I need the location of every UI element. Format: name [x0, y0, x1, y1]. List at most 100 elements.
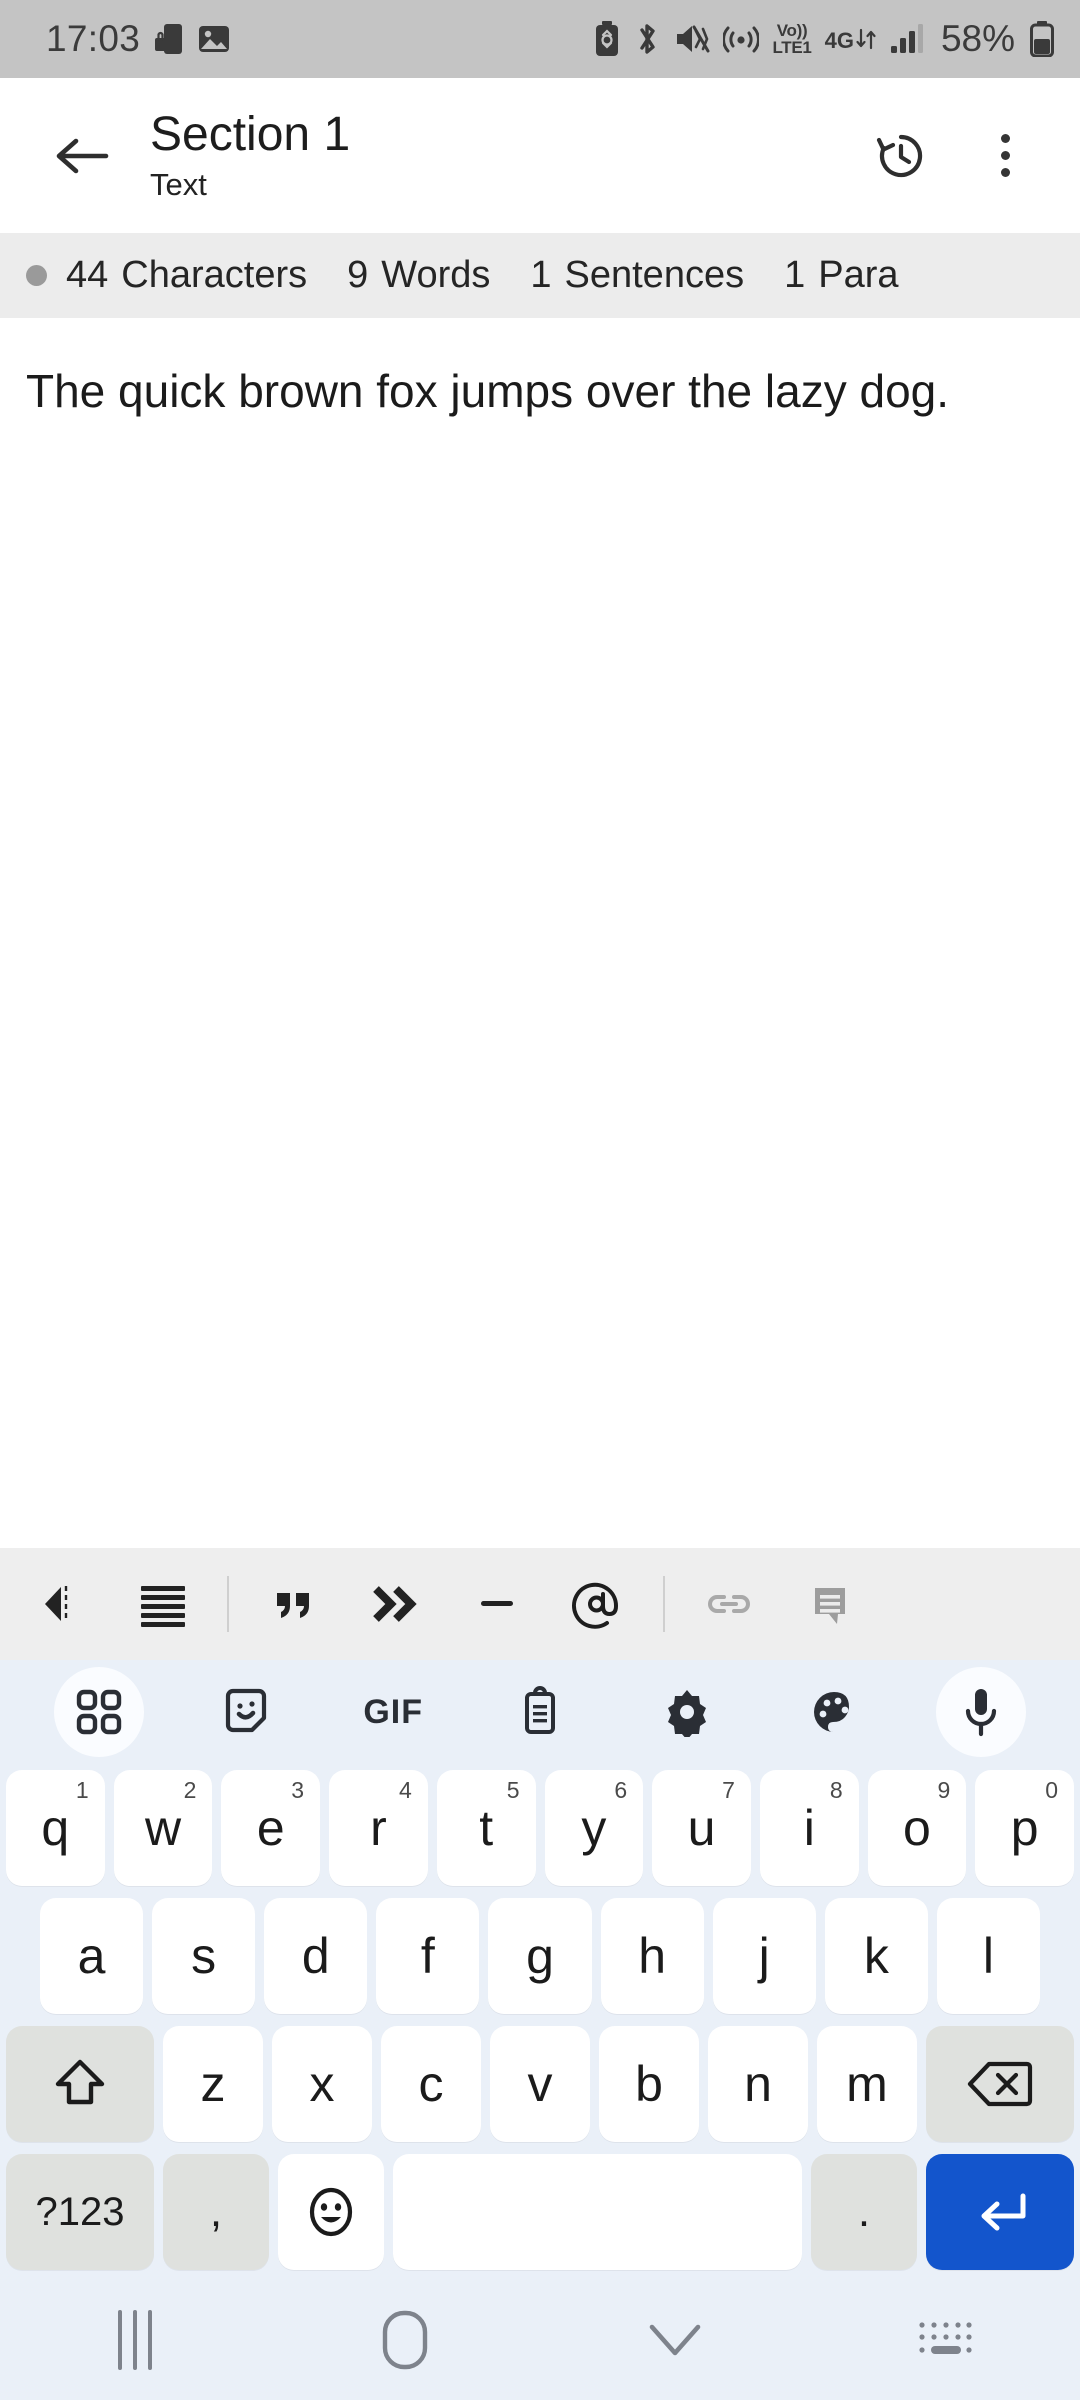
key-c[interactable]: c	[381, 2026, 481, 2142]
back-button[interactable]	[40, 114, 124, 198]
key-i[interactable]: 8i	[759, 1770, 859, 1886]
key-enter[interactable]	[926, 2154, 1074, 2270]
key-b[interactable]: b	[599, 2026, 699, 2142]
status-bar-right: Vo)) LTE1 4G 58%	[594, 18, 1054, 60]
volte-icon: Vo)) LTE1	[772, 22, 811, 56]
theme-button[interactable]	[760, 1660, 907, 1764]
key-emoji[interactable]	[278, 2154, 384, 2270]
keyboard-row-3: z x c v b n m	[0, 2020, 1080, 2148]
apps-grid-button[interactable]	[26, 1660, 173, 1764]
key-shift[interactable]	[6, 2026, 154, 2142]
app-bar-actions	[860, 115, 1046, 197]
key-symbols-label: ?123	[35, 2189, 125, 2234]
key-r[interactable]: 4r	[329, 1770, 428, 1886]
key-l[interactable]: l	[936, 1898, 1040, 2014]
key-space[interactable]	[393, 2154, 802, 2270]
key-c-label: c	[418, 2056, 444, 2112]
settings-button[interactable]	[613, 1660, 760, 1764]
key-x[interactable]: x	[272, 2026, 372, 2142]
apps-grid-icon	[77, 1689, 122, 1735]
keyboard-row-1: 1q 2w 3e 4r 5t 6y 7u 8i 9o 0p	[0, 1764, 1080, 1892]
key-v[interactable]: v	[490, 2026, 590, 2142]
app-bar: Section 1 Text	[0, 78, 1080, 233]
key-z-label: z	[200, 2056, 226, 2112]
overflow-menu-button[interactable]	[964, 115, 1046, 197]
voice-input-button[interactable]	[907, 1660, 1054, 1764]
key-y-label: y	[581, 1800, 607, 1856]
key-p[interactable]: 0p	[975, 1770, 1075, 1886]
keyboard-row-2: a s d f g h j k l	[0, 1892, 1080, 2020]
clipboard-button[interactable]	[467, 1660, 614, 1764]
gif-icon: GIF	[363, 1692, 423, 1731]
align-justify-icon	[141, 1586, 185, 1627]
mention-button[interactable]	[548, 1553, 650, 1655]
key-a[interactable]: a	[40, 1898, 144, 2014]
key-w-label: w	[144, 1800, 182, 1856]
key-backspace[interactable]	[926, 2026, 1074, 2142]
settings-gear-icon	[667, 1690, 706, 1737]
key-u-num: 7	[722, 1777, 735, 1803]
key-r-num: 4	[399, 1777, 412, 1803]
comment-button[interactable]	[780, 1553, 882, 1655]
history-button[interactable]	[860, 115, 942, 197]
key-i-label: i	[803, 1800, 815, 1856]
back-arrow-icon	[56, 138, 109, 173]
blockquote-button[interactable]	[242, 1553, 344, 1655]
key-j[interactable]: j	[712, 1898, 816, 2014]
key-symbols[interactable]: ?123	[6, 2154, 154, 2270]
key-t-num: 5	[506, 1777, 520, 1803]
key-k[interactable]: k	[824, 1898, 928, 2014]
key-k-label: k	[863, 1928, 889, 1984]
key-f-label: f	[420, 1928, 435, 1984]
hide-keyboard-button[interactable]	[540, 2280, 810, 2400]
key-o[interactable]: 9o	[867, 1770, 967, 1886]
key-m[interactable]: m	[817, 2026, 917, 2142]
key-p-label: p	[1010, 1800, 1039, 1856]
key-n[interactable]: n	[708, 2026, 808, 2142]
phone-screen: 17:03 Vo)) LTE1 4G 58% Section 1 Text 44…	[0, 0, 1080, 2400]
key-u[interactable]: 7u	[652, 1770, 751, 1886]
gif-button[interactable]: GIF	[320, 1660, 467, 1764]
key-y[interactable]: 6y	[544, 1770, 644, 1886]
mention-icon	[572, 1582, 619, 1629]
stat-paragraphs-value: 1	[784, 254, 806, 296]
key-z[interactable]: z	[163, 2026, 263, 2142]
keyboard-switcher-button[interactable]	[810, 2280, 1080, 2400]
status-bar-left: 17:03	[46, 18, 230, 60]
indent-button[interactable]	[344, 1553, 446, 1655]
key-s-label: s	[191, 1928, 217, 1984]
key-w[interactable]: 2w	[113, 1770, 213, 1886]
horizontal-rule-button[interactable]	[446, 1553, 548, 1655]
key-s[interactable]: s	[152, 1898, 256, 2014]
recents-button[interactable]	[0, 2280, 270, 2400]
key-i-num: 8	[829, 1777, 843, 1803]
document-stats-bar[interactable]: 44 Characters 9 Words 1 Sentences 1 Para	[0, 233, 1080, 318]
stat-characters-value: 44	[66, 254, 109, 296]
key-h-label: h	[638, 1928, 666, 1984]
key-d[interactable]: d	[264, 1898, 368, 2014]
sticker-button[interactable]	[173, 1660, 320, 1764]
key-q-num: 1	[75, 1777, 89, 1803]
battery-saver-icon	[594, 21, 620, 57]
key-comma[interactable]: ,	[163, 2154, 269, 2270]
key-period[interactable]: .	[811, 2154, 917, 2270]
recents-icon	[118, 2310, 152, 2370]
key-e-label: e	[256, 1800, 285, 1856]
key-g[interactable]: g	[488, 1898, 592, 2014]
text-editor-area[interactable]: The quick brown fox jumps over the lazy …	[0, 318, 1080, 1548]
align-justify-button[interactable]	[112, 1553, 214, 1655]
home-button[interactable]	[270, 2280, 540, 2400]
stat-paragraphs-label: Para	[818, 254, 899, 296]
more-options-icon	[1000, 134, 1010, 177]
key-q[interactable]: 1q	[5, 1770, 105, 1886]
key-e[interactable]: 3e	[221, 1770, 321, 1886]
link-button[interactable]	[678, 1553, 780, 1655]
network-gen-label: 4G	[824, 28, 854, 53]
key-t[interactable]: 5t	[436, 1770, 536, 1886]
key-v-label: v	[527, 2056, 553, 2112]
bluetooth-icon	[633, 21, 661, 57]
key-f[interactable]: f	[376, 1898, 480, 2014]
document-text[interactable]: The quick brown fox jumps over the lazy …	[26, 360, 1054, 423]
collapse-toolbar-button[interactable]	[10, 1553, 112, 1655]
key-h[interactable]: h	[600, 1898, 704, 2014]
